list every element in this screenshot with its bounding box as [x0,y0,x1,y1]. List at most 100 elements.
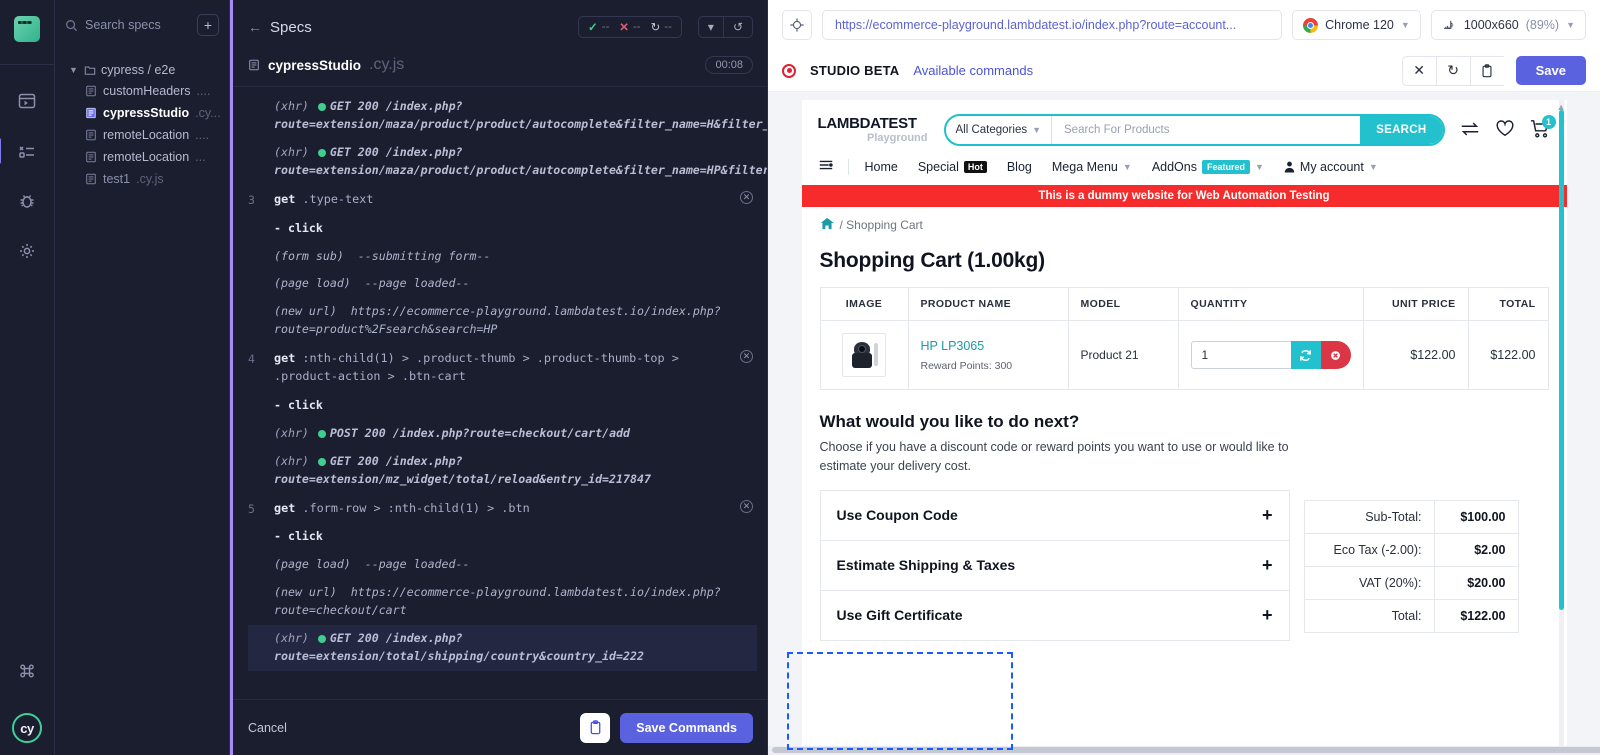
log-entry-command[interactable]: 3 get .type-text ✕ [248,185,757,215]
log-entry[interactable]: - click [248,215,757,243]
spec-file-remoteLocation-1[interactable]: remoteLocation.... [63,124,221,146]
log-entry-note[interactable]: (new url) https://ecommerce-playground.l… [248,298,757,344]
menu-icon[interactable] [818,158,834,175]
aut-hscrollbar-thumb[interactable] [772,747,1600,753]
spec-file-cypressStudio[interactable]: cypressStudio .cy... [63,102,221,124]
log-command-body: get .form-row > :nth-child(1) > .btn [274,500,749,518]
remove-command-icon[interactable]: ✕ [740,350,753,364]
accordion-use-coupon-code[interactable]: Use Coupon Code + [820,491,1289,541]
nav-item-my-account[interactable]: My account ▼ [1284,160,1378,174]
home-icon[interactable] [820,217,834,233]
search-button[interactable]: SEARCH [1360,116,1443,144]
scroll-up-icon[interactable]: ▲ [1557,102,1566,112]
log-command: - click [274,220,323,235]
browser-url-bar: https://ecommerce-playground.lambdatest.… [768,0,1600,50]
nav-item-blog[interactable]: Blog [1007,160,1032,174]
remove-item-button[interactable] [1320,341,1351,369]
note-label: (page load) [274,557,351,572]
restart-studio-button[interactable]: ↻ [1435,55,1470,86]
nav-item-home[interactable]: Home [865,160,898,174]
spec-file-test1[interactable]: test1 .cy.js [63,168,221,190]
log-entry-xhr[interactable]: (xhr) POST 200 /index.php?route=checkout… [248,420,757,448]
sidebar-item-specs[interactable] [5,79,49,123]
note-text: --page loaded-- [364,557,470,572]
cart-table-head: IMAGE PRODUCT NAME MODEL QUANTITY UNIT P… [820,287,1548,321]
totals-table: Sub-Total: $100.00 Eco Tax (-2.00): $2.0… [1303,499,1519,633]
browser-selector[interactable]: Chrome 120 ▼ [1292,10,1421,40]
keyboard-shortcut-icon[interactable] [5,649,49,693]
log-entry-xhr[interactable]: (xhr) GET 200 /index.php?route=extension… [248,625,757,672]
product-thumbnail[interactable] [842,333,886,377]
spec-file-remoteLocation-2[interactable]: remoteLocation... [63,146,221,168]
add-spec-button[interactable]: + [197,14,219,36]
available-commands-link[interactable]: Available commands [913,63,1033,78]
search-input[interactable]: Search specs [65,18,191,32]
totals-value: $2.00 [1433,533,1518,567]
remove-command-icon[interactable]: ✕ [740,190,753,204]
cart-table: IMAGE PRODUCT NAME MODEL QUANTITY UNIT P… [819,287,1549,390]
sidebar-item-runs[interactable] [0,129,49,173]
studio-save-button[interactable]: Save [1515,56,1586,85]
log-entry-xhr[interactable]: (xhr) GET 200 /index.php?route=extension… [248,448,757,494]
accordion-use-gift-certificate[interactable]: Use Gift Certificate + [820,591,1289,641]
close-studio-button[interactable]: ✕ [1401,55,1436,86]
selector-playground-button[interactable] [782,10,812,40]
spec-folder-row[interactable]: ▼ cypress / e2e [63,60,221,80]
url-input[interactable]: https://ecommerce-playground.lambdatest.… [822,10,1283,40]
log-entry-command[interactable]: 5 get .form-row > :nth-child(1) > .btn ✕ [248,494,757,524]
spec-list-panel: Search specs + ▼ cypress / e2e customHea… [55,0,230,755]
cypress-logo [14,16,40,42]
status-dot [317,148,326,157]
product-link[interactable]: HP LP3065 [921,339,1056,353]
log-entry[interactable]: - click [248,523,757,551]
log-entry-note[interactable]: (page load) --page loaded-- [248,551,757,579]
save-commands-button[interactable]: Save Commands [620,712,753,743]
log-entry-command[interactable]: 4 get :nth-child(1) > .product-thumb > .… [248,344,757,391]
command-log-panel: ← Specs ✓ -- ✕ -- ↻ -- ▾ ↺ cypressStudio… [230,0,1013,755]
log-entry[interactable]: - click [248,392,757,420]
viewport-selector[interactable]: 1000x660 (89%) ▼ [1430,10,1586,40]
product-search-input[interactable]: Search For Products [1052,116,1360,144]
log-entry-note[interactable]: (new url) https://ecommerce-playground.l… [248,579,757,625]
log-entry-xhr[interactable]: (xhr) GET 200 /index.php?route=extension… [248,139,767,185]
folder-icon [84,66,96,75]
category-dropdown[interactable]: All Categories ▼ [946,116,1053,144]
site-scrollbar-thumb[interactable] [1558,110,1564,610]
nav-item-mega-menu[interactable]: Mega Menu ▼ [1052,160,1132,174]
rerun-icon[interactable]: ↺ [724,17,752,37]
sidebar-item-debug[interactable] [5,179,49,223]
spec-file-customHeaders[interactable]: customHeaders.... [63,80,221,102]
cancel-button[interactable]: Cancel [248,721,287,735]
accordion-estimate-shipping[interactable]: Estimate Shipping & Taxes + [820,541,1289,591]
site-logo[interactable]: LAMBDATEST Playground [818,116,930,144]
file-icon [249,59,259,71]
log-entry-note[interactable]: (page load) --page loaded-- [248,270,757,298]
log-entry-note[interactable]: (form sub) --submitting form-- [248,243,757,271]
back-to-specs-icon[interactable]: ← [248,19,262,35]
log-entry-xhr[interactable]: (xhr) GET 200 /index.php?route=extension… [248,93,767,139]
rail-divider [0,64,54,65]
nav-item-addons[interactable]: AddOns Featured ▼ [1152,159,1264,174]
wishlist-icon[interactable] [1495,119,1515,141]
category-label: All Categories [955,124,1028,136]
spec-duration: 00:08 [705,56,753,74]
command-log-scroll[interactable]: type HP (xhr) GET 200 /index.php?route=e… [230,87,767,699]
account-avatar[interactable]: cy [12,713,42,743]
cart-icon[interactable]: 1 [1529,114,1556,142]
reward-points: Reward Points: 300 [920,359,1013,372]
spec-search-row: Search specs + [55,0,229,46]
compare-icon[interactable] [1459,120,1481,141]
nav-label: Home [864,159,898,174]
chevron-down-icon: ▼ [1122,161,1132,172]
nav-item-special[interactable]: Special Hot [918,160,987,174]
remove-command-icon[interactable]: ✕ [740,499,753,513]
update-quantity-button[interactable] [1290,341,1321,369]
copy-studio-button[interactable] [1469,55,1504,86]
xhr-label: (xhr) [274,98,309,113]
quantity-input[interactable]: 1 [1190,341,1291,369]
copy-commands-button[interactable] [580,712,611,743]
stat-pending: ↻ -- [651,20,672,34]
chevron-down-icon[interactable]: ▾ [699,17,724,37]
sidebar-item-settings[interactable] [5,229,49,273]
note-text: --page loaded-- [364,276,470,291]
